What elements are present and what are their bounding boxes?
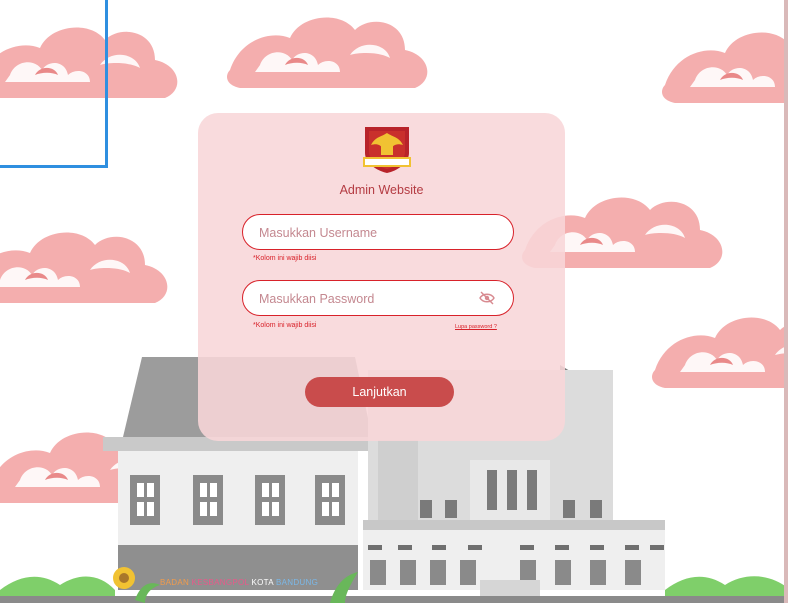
eye-off-icon[interactable] (479, 291, 495, 305)
page-title: Admin Website (339, 183, 424, 197)
submit-button[interactable]: Lanjutkan (305, 377, 454, 407)
forgot-password-link[interactable]: Lupa password ? (455, 324, 497, 330)
password-error: *Kolom ini wajib diisi (253, 322, 317, 329)
username-input[interactable] (257, 215, 471, 250)
password-field-wrapper[interactable] (242, 280, 514, 316)
login-card: Admin Website *Kolom ini wajib diisi *Ko… (198, 113, 565, 441)
username-field-wrapper[interactable] (242, 214, 514, 250)
tagline-part-2: KESBANGPOL (191, 578, 249, 587)
tagline-part-3: KOTA (251, 578, 274, 587)
garuda-emblem-logo (363, 127, 411, 173)
username-error: *Kolom ini wajib diisi (253, 255, 317, 262)
right-border (784, 0, 788, 603)
selection-box (0, 0, 108, 168)
footer-tagline: BADAN KESBANGPOL KOTA BANDUNG (160, 578, 318, 587)
password-input[interactable] (257, 281, 471, 316)
tagline-part-4: BANDUNG (276, 578, 319, 587)
tagline-part-1: BADAN (160, 578, 190, 587)
